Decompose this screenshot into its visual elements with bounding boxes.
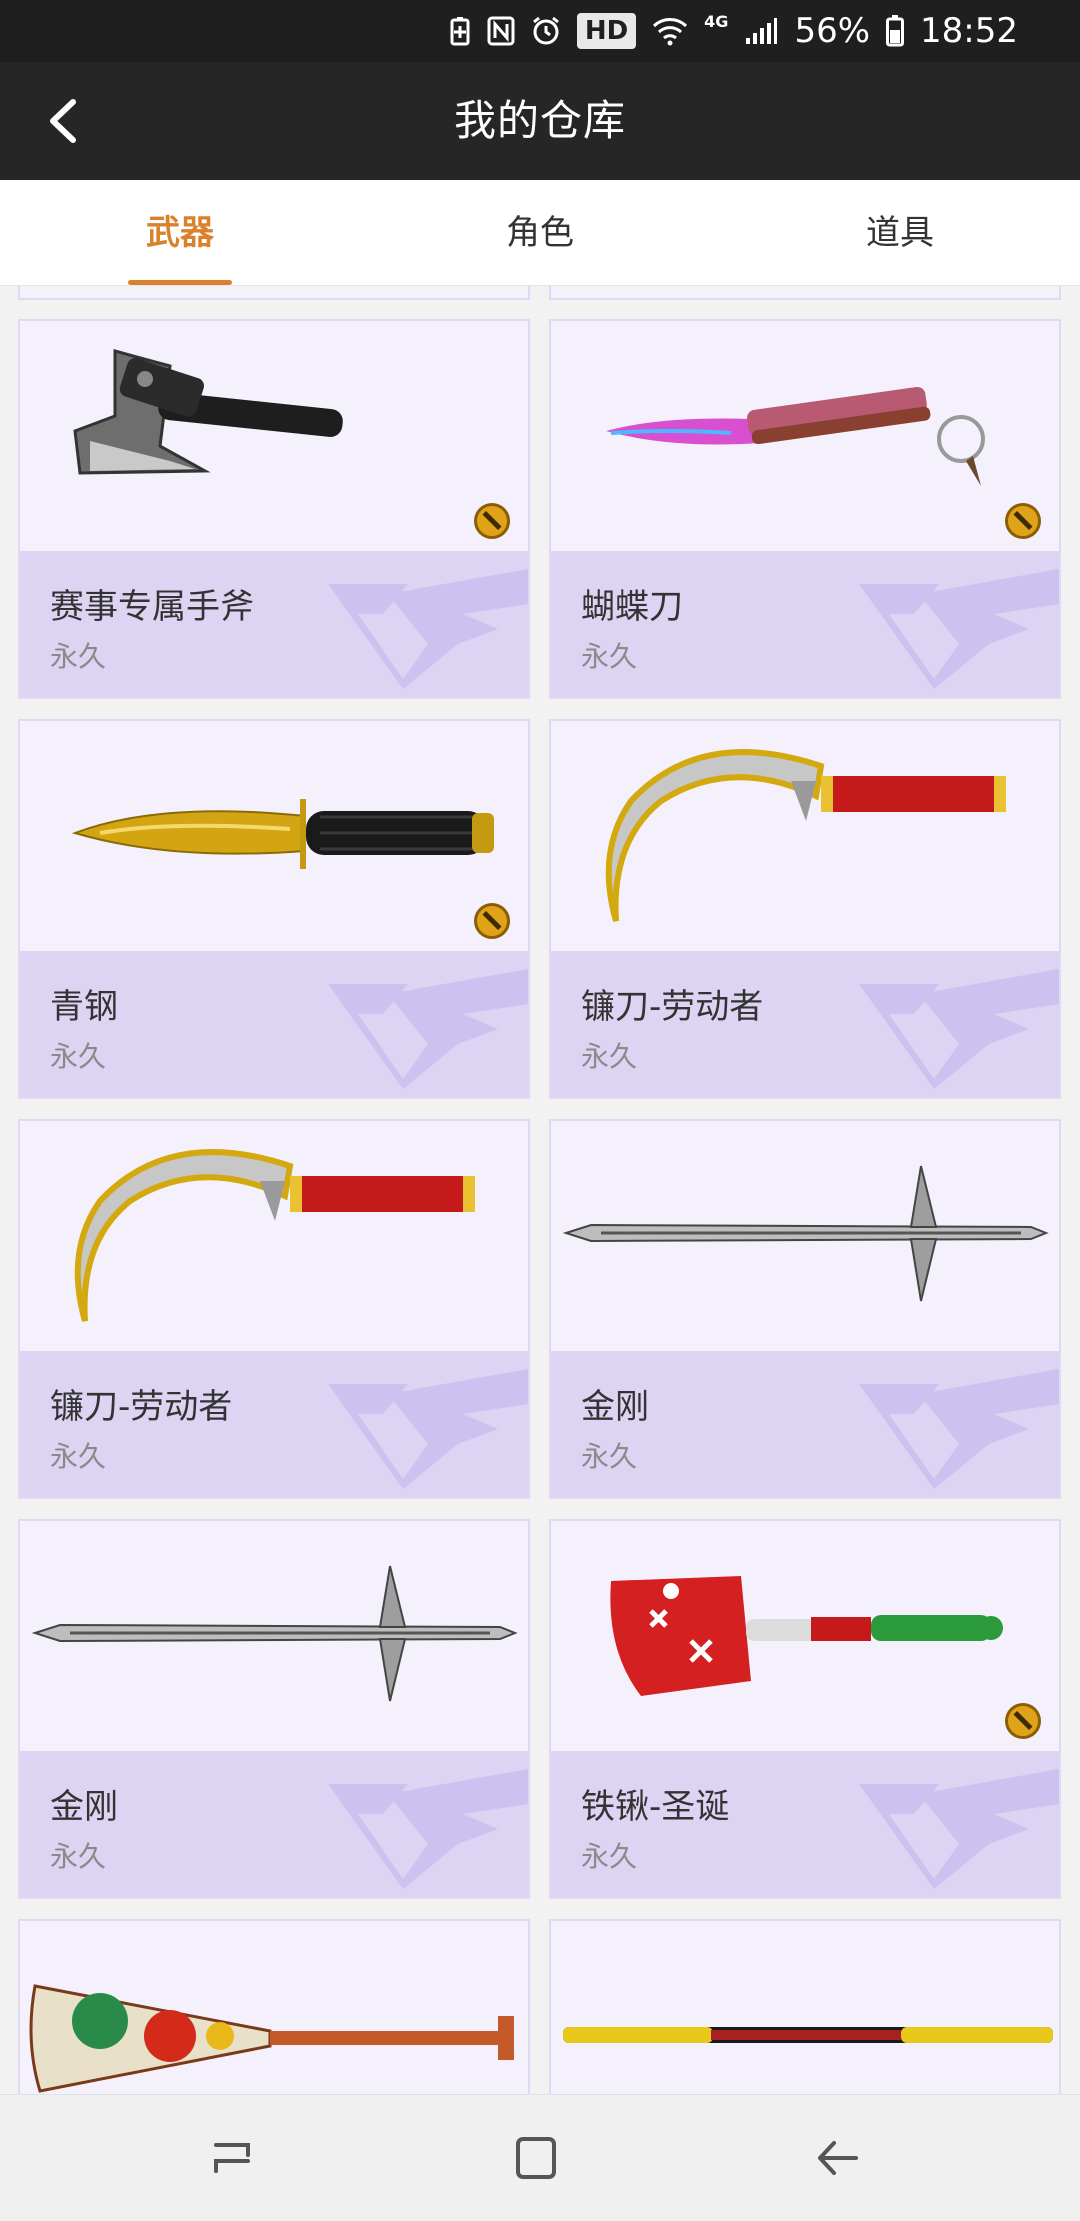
home-button[interactable] (500, 2123, 570, 2193)
item-name: 青钢 (50, 987, 118, 1027)
status-bar: HD 4G 56% 18:52 (0, 0, 1080, 62)
item-card[interactable]: 赛事专属手斧 永久 (18, 319, 530, 699)
item-card-partial[interactable] (549, 286, 1061, 300)
item-info: 金刚 永久 (20, 1751, 528, 1897)
item-info: 金刚 永久 (551, 1351, 1059, 1497)
active-tab-indicator (128, 280, 232, 285)
tab-label: 角色 (506, 213, 574, 253)
item-card[interactable]: 金刚 永久 (549, 1119, 1061, 1499)
item-image (551, 1521, 1059, 1751)
item-image (551, 321, 1059, 551)
wifi-icon (652, 16, 688, 46)
dragon-oar-icon (29, 1984, 514, 2093)
home-icon (516, 2137, 556, 2179)
cf-logo-watermark-icon (859, 569, 1059, 689)
item-name: 镰刀-劳动者 (50, 1387, 233, 1427)
item-image (20, 1921, 528, 2094)
cf-logo-watermark-icon (328, 969, 528, 1089)
tab-characters[interactable]: 角色 (360, 180, 720, 285)
battery-saver-icon (449, 16, 471, 46)
cf-logo-watermark-icon (859, 969, 1059, 1089)
item-name: 金刚 (581, 1387, 649, 1427)
tab-items[interactable]: 道具 (720, 180, 1080, 285)
signal-icon (744, 16, 778, 46)
battery-icon (886, 15, 905, 47)
item-card-partial[interactable] (549, 1919, 1061, 2094)
item-info: 镰刀-劳动者 永久 (551, 951, 1059, 1097)
item-duration: 永久 (50, 1840, 107, 1873)
cf-logo-watermark-icon (859, 1769, 1059, 1889)
item-info: 赛事专属手斧 永久 (20, 551, 528, 697)
app-header: 我的仓库 (0, 62, 1080, 180)
coin-badge-icon (1005, 503, 1041, 539)
item-name: 镰刀-劳动者 (581, 987, 764, 1027)
coin-badge-icon (1005, 1703, 1041, 1739)
item-info: 青钢 永久 (20, 951, 528, 1097)
butterfly-knife-icon (606, 386, 985, 486)
cf-logo-watermark-icon (328, 1369, 528, 1489)
tab-label: 道具 (866, 213, 934, 253)
item-name: 金刚 (50, 1787, 118, 1827)
item-duration: 永久 (581, 640, 638, 673)
tab-label: 武器 (146, 213, 214, 253)
spiked-sword-icon (31, 1565, 518, 1702)
battery-percent: 56% (794, 11, 871, 51)
recent-apps-icon (214, 2143, 250, 2173)
item-card[interactable]: 镰刀-劳动者 永久 (18, 1119, 530, 1499)
item-card[interactable]: 镰刀-劳动者 永久 (549, 719, 1061, 1099)
item-info: 镰刀-劳动者 永久 (20, 1351, 528, 1497)
item-duration: 永久 (581, 1440, 638, 1473)
combat-knife-icon (71, 799, 494, 869)
sickle-icon (605, 749, 1006, 922)
page-title: 我的仓库 (453, 96, 626, 145)
item-name: 铁锹-圣诞 (581, 1787, 730, 1827)
item-image (551, 721, 1059, 951)
nfc-icon (487, 16, 515, 46)
item-info: 铁锹-圣诞 永久 (551, 1751, 1059, 1897)
back-arrow-icon (818, 2141, 858, 2175)
system-nav-bar (0, 2094, 1080, 2221)
alarm-icon (531, 16, 561, 46)
cf-logo-watermark-icon (328, 1769, 528, 1889)
item-card[interactable]: 青钢 永久 (18, 719, 530, 1099)
item-image (20, 321, 528, 551)
item-card[interactable]: 铁锹-圣诞 永久 (549, 1519, 1061, 1899)
cf-logo-watermark-icon (328, 569, 528, 689)
item-card[interactable]: 金刚 永久 (18, 1519, 530, 1899)
item-image (551, 1121, 1059, 1351)
hand-axe-icon (73, 349, 343, 475)
hd-voice-badge: HD (576, 13, 637, 49)
sickle-icon (74, 1149, 475, 1322)
item-duration: 永久 (50, 1440, 107, 1473)
network-type-label: 4G (704, 11, 729, 31)
tab-weapons[interactable]: 武器 (0, 180, 360, 285)
back-nav-button[interactable] (802, 2123, 872, 2193)
coin-badge-icon (474, 903, 510, 939)
item-image (551, 1921, 1059, 2094)
category-tabs: 武器 角色 道具 (0, 180, 1080, 286)
item-info: 蝴蝶刀 永久 (551, 551, 1059, 697)
warehouse-grid[interactable]: 赛事专属手斧 永久 蝴蝶刀 永久 青钢 永久 镰刀-劳动者 永久 镰刀-劳动者 … (0, 286, 1080, 2094)
item-duration: 永久 (50, 1040, 107, 1073)
item-name: 蝴蝶刀 (581, 587, 683, 627)
golden-staff-icon (563, 2027, 1053, 2043)
item-duration: 永久 (581, 1840, 638, 1873)
item-card[interactable]: 蝴蝶刀 永久 (549, 319, 1061, 699)
recent-apps-button[interactable] (198, 2123, 268, 2193)
item-image (20, 721, 528, 951)
item-card-partial[interactable] (18, 286, 530, 300)
item-card-partial[interactable] (18, 1919, 530, 2094)
item-duration: 永久 (50, 640, 107, 673)
item-name: 赛事专属手斧 (50, 587, 254, 627)
clock-time: 18:52 (920, 11, 1018, 51)
item-image (20, 1121, 528, 1351)
item-image (20, 1521, 528, 1751)
cf-logo-watermark-icon (859, 1369, 1059, 1489)
item-duration: 永久 (581, 1040, 638, 1073)
spiked-sword-icon (562, 1165, 1049, 1302)
christmas-shovel-icon (610, 1576, 1003, 1696)
coin-badge-icon (474, 503, 510, 539)
